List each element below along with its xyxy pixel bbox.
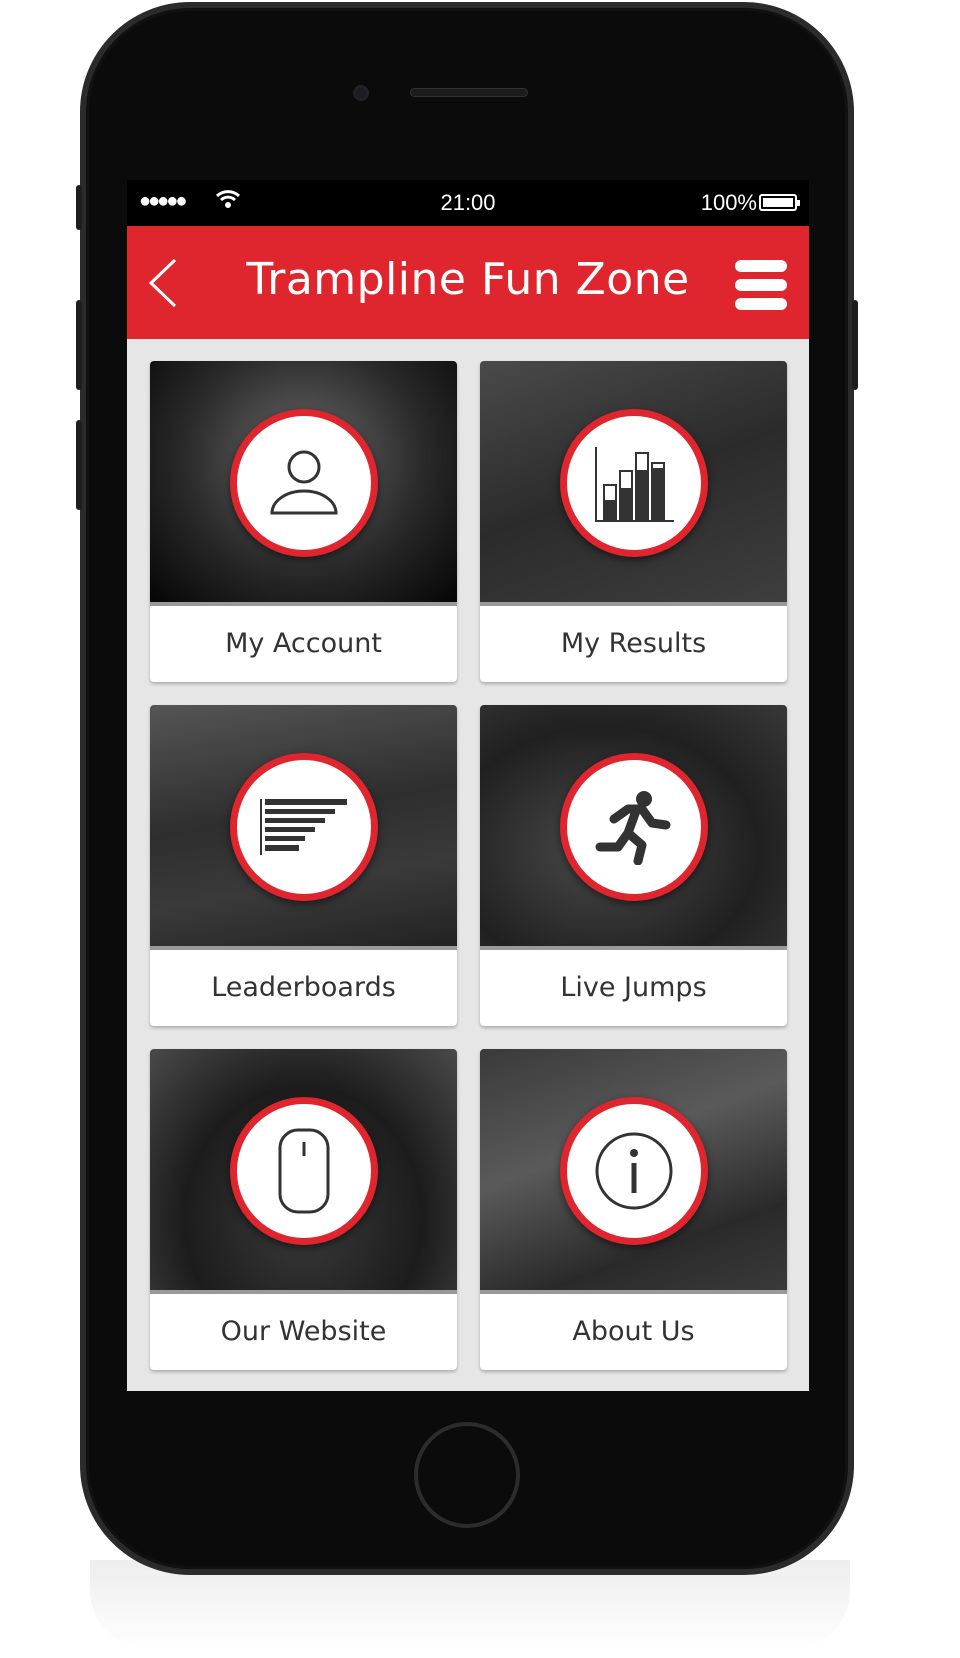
power-button [852, 300, 858, 390]
volume-up-button [76, 300, 82, 390]
icon-badge [230, 1097, 378, 1245]
running-person-icon [595, 791, 671, 865]
tile-label: About Us [572, 1316, 695, 1347]
tile-leaderboards[interactable]: Leaderboards [150, 705, 457, 1026]
tile-my-results[interactable]: My Results [480, 361, 787, 682]
tile-background [480, 705, 787, 950]
home-button[interactable] [414, 1422, 520, 1528]
mute-switch [76, 185, 82, 230]
hamburger-menu-icon[interactable] [735, 260, 787, 317]
tile-background [150, 1049, 457, 1294]
icon-badge [560, 409, 708, 557]
info-icon [595, 1132, 673, 1210]
user-icon [270, 450, 338, 515]
earpiece-speaker [410, 88, 528, 97]
tile-my-account[interactable]: My Account [150, 361, 457, 682]
tile-background [150, 705, 457, 950]
bar-chart-icon [595, 447, 674, 522]
battery-percent: 100% [700, 190, 757, 215]
leaderboard-icon [260, 799, 347, 855]
volume-down-button [76, 420, 82, 510]
tile-background [480, 361, 787, 606]
icon-badge [560, 1097, 708, 1245]
tile-label: My Account [225, 628, 382, 659]
tile-our-website[interactable]: Our Website [150, 1049, 457, 1370]
tile-about-us[interactable]: About Us [480, 1049, 787, 1370]
battery-icon [759, 194, 800, 211]
icon-badge [230, 753, 378, 901]
status-bar: ●●●●● 21:00 100% [127, 180, 809, 226]
tile-label: My Results [560, 628, 707, 659]
icon-badge [560, 753, 708, 901]
tile-background [150, 361, 457, 606]
tile-label: Leaderboards [211, 972, 396, 1003]
page-title: Trampline Fun Zone [246, 254, 690, 305]
icon-badge [230, 409, 378, 557]
mouse-icon [278, 1128, 330, 1214]
app-header: Trampline Fun Zone [127, 226, 809, 339]
front-camera [353, 85, 369, 101]
tile-label: Live Jumps [560, 972, 707, 1003]
tile-label: Our Website [220, 1316, 387, 1347]
tile-live-jumps[interactable]: Live Jumps [480, 705, 787, 1026]
tile-background [480, 1049, 787, 1294]
app-screen: ●●●●● 21:00 100% Trampline Fun Zone My A… [127, 180, 809, 1391]
